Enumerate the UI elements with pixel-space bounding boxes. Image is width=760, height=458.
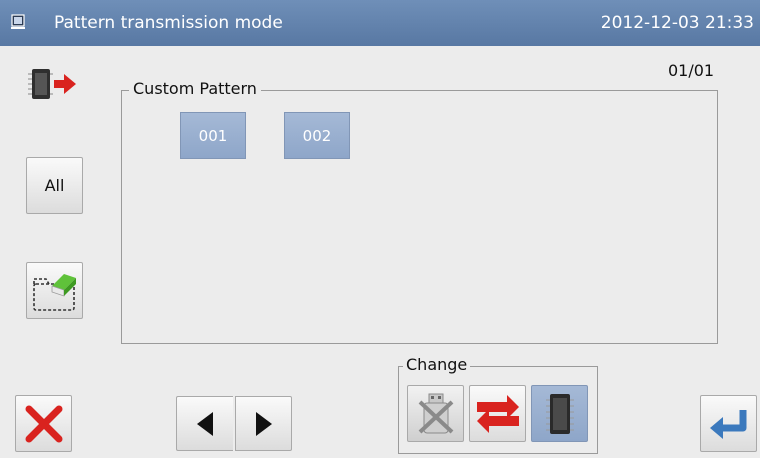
memory-transfer-icon[interactable] <box>26 66 78 102</box>
all-button-label: All <box>44 176 65 195</box>
swap-arrows-icon <box>476 394 519 433</box>
datetime: 2012-12-03 21:33 <box>600 13 754 33</box>
pattern-button-002[interactable]: 002 <box>284 112 350 159</box>
usb-disabled-button[interactable] <box>407 385 464 442</box>
previous-page-button[interactable] <box>176 396 233 451</box>
usb-disabled-icon <box>418 393 453 433</box>
memory-chip-icon <box>545 393 574 434</box>
next-page-button[interactable] <box>235 396 292 451</box>
page-indicator: 01/01 <box>668 61 715 80</box>
right-arrow-icon <box>255 411 272 436</box>
custom-pattern-label: Custom Pattern <box>129 79 261 98</box>
swap-button[interactable] <box>469 385 526 442</box>
monitor-icon <box>11 14 25 29</box>
pattern-label: 001 <box>198 126 228 145</box>
close-icon <box>25 405 62 442</box>
window-title: Pattern transmission mode <box>54 13 283 33</box>
left-arrow-icon <box>197 411 213 436</box>
memory-button[interactable] <box>531 385 588 442</box>
enter-icon <box>709 409 746 439</box>
change-label: Change <box>403 355 471 374</box>
enter-button[interactable] <box>700 395 757 452</box>
close-button[interactable] <box>15 395 72 452</box>
pattern-label: 002 <box>302 126 332 145</box>
pattern-button-001[interactable]: 001 <box>180 112 246 159</box>
title-bar: Pattern transmission mode 2012-12-03 21:… <box>0 0 760 46</box>
folder-button[interactable] <box>26 262 83 319</box>
all-button[interactable]: All <box>26 157 83 214</box>
folder-icon <box>32 273 76 311</box>
